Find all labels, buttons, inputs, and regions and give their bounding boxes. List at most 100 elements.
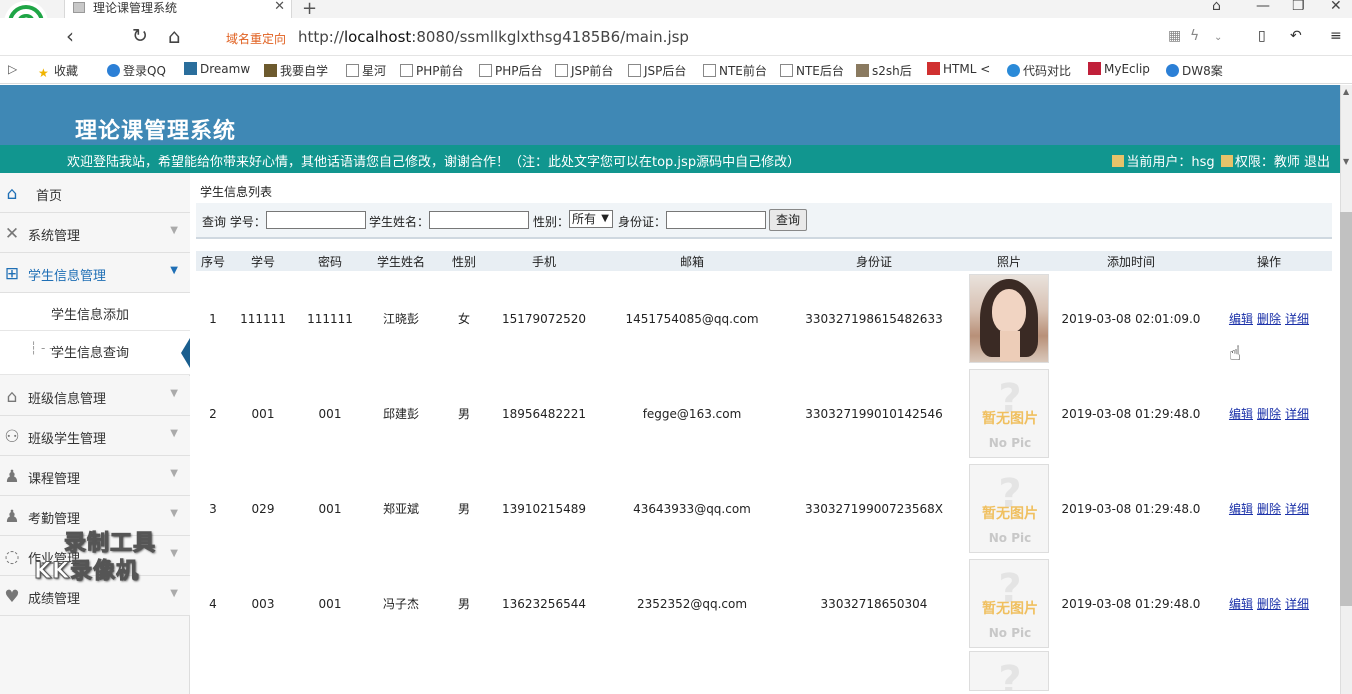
bookmark-item[interactable]: PHP后台: [479, 62, 543, 79]
sidebar: ⌂ 首页 ✕ 系统管理 ▼ ⊞ 学生信息管理 ▼ 学生信息添加 ┆ - - 学生…: [0, 173, 190, 694]
cell-name: 邱建彭: [382, 407, 419, 421]
qr-icon[interactable]: ▦: [1168, 28, 1181, 44]
col-header: 邮箱: [598, 251, 786, 271]
lightning-icon[interactable]: ϟ: [1190, 28, 1199, 44]
bookmark-item[interactable]: DW8案: [1166, 62, 1223, 79]
cell-sid: 111111: [240, 311, 286, 326]
table-header-row: 序号 学号 密码 学生姓名 性别 手机 邮箱 身份证 照片 添加时间 操作: [196, 251, 1332, 271]
cell-email: 43643933@qq.com: [633, 501, 751, 516]
chat-icon: ◌: [4, 547, 20, 567]
bookmarks-toggle-icon[interactable]: ▷: [8, 62, 17, 76]
bookmark-item[interactable]: 代码对比: [1007, 62, 1071, 79]
chevron-down-icon[interactable]: ⌄: [1214, 32, 1222, 43]
sidebar-item-class-info[interactable]: ⌂ 班级信息管理 ▼: [0, 376, 190, 416]
edit-link[interactable]: 编辑: [1229, 502, 1253, 516]
sidebar-subitem-add-student[interactable]: 学生信息添加: [0, 293, 190, 331]
close-tab-icon[interactable]: ✕: [274, 0, 285, 14]
reader-icon[interactable]: ▯: [1258, 28, 1266, 44]
menu-icon[interactable]: ≡: [1330, 28, 1342, 44]
col-header: 性别: [438, 251, 490, 271]
edit-link[interactable]: 编辑: [1229, 312, 1253, 326]
restore-icon[interactable]: ❐: [1292, 0, 1305, 14]
address-bar: ‹ ↻ ⌂ 域名重定向 http://localhost:8080/ssmllk…: [0, 18, 1352, 56]
sidebar-item-label: 课程管理: [28, 472, 81, 487]
bookmark-item[interactable]: MyEclip: [1088, 62, 1150, 76]
chevron-down-icon: ▼: [170, 225, 178, 236]
gender-select[interactable]: 所有 ▼: [569, 210, 613, 228]
bookmark-item[interactable]: PHP前台: [400, 62, 464, 79]
cell-gender: 女: [457, 312, 470, 326]
bookmark-item[interactable]: Dreamw: [184, 62, 250, 76]
cell-operations: 编辑 删除 详细: [1206, 366, 1332, 461]
cell-email: fegge@163.com: [642, 406, 742, 421]
scroll-down-icon[interactable]: ▼: [1343, 157, 1349, 166]
chevron-down-icon: ▼: [170, 468, 178, 479]
bookmark-item[interactable]: NTE后台: [780, 62, 844, 79]
delete-link[interactable]: 删除: [1257, 597, 1281, 611]
edit-link[interactable]: 编辑: [1229, 407, 1253, 421]
detail-link[interactable]: 详细: [1285, 312, 1309, 326]
mouse-cursor-icon: ☝: [1229, 341, 1242, 365]
undo-icon[interactable]: ↶: [1290, 28, 1302, 44]
detail-link[interactable]: 详细: [1285, 502, 1309, 516]
student-name-input[interactable]: [429, 211, 529, 229]
sidebar-item-system[interactable]: ✕ 系统管理 ▼: [0, 213, 190, 253]
bookmark-item[interactable]: ★ 收藏: [38, 62, 78, 80]
delete-link[interactable]: 删除: [1257, 312, 1281, 326]
cell-idcard: 33032719900723568X: [804, 501, 943, 516]
bookmark-item[interactable]: JSP后台: [628, 62, 686, 79]
refresh-icon[interactable]: ↻: [132, 26, 148, 46]
redirect-label[interactable]: 域名重定向: [226, 30, 286, 47]
user-role: 权限：教师: [1234, 155, 1300, 170]
detail-link[interactable]: 详细: [1285, 597, 1309, 611]
page-favicon: [73, 2, 85, 13]
table-row: ?: [196, 651, 1332, 691]
sidebar-item-home[interactable]: ⌂ 首页: [0, 173, 190, 213]
cell-gender: 男: [457, 597, 470, 611]
url-field[interactable]: http://localhost:8080/ssmllkglxthsg4185B…: [298, 28, 689, 46]
bookmark-item[interactable]: 我要自学: [264, 62, 328, 79]
bookmark-item[interactable]: 登录QQ: [107, 62, 166, 79]
cell-gender: 男: [457, 502, 470, 516]
sidebar-item-label: 班级信息管理: [28, 392, 107, 407]
delete-link[interactable]: 删除: [1257, 407, 1281, 421]
pin-icon[interactable]: ⌂: [1212, 0, 1221, 14]
detail-link[interactable]: 详细: [1285, 407, 1309, 421]
browser-tab[interactable]: 理论课管理系统 ✕: [64, 0, 292, 18]
sidebar-subitem-label: 学生信息添加: [51, 308, 130, 323]
bookmark-item[interactable]: HTML <: [927, 62, 990, 76]
edit-link[interactable]: 编辑: [1229, 597, 1253, 611]
sidebar-item-course[interactable]: ♟ 课程管理 ▼: [0, 456, 190, 496]
heart-icon: ♥: [4, 587, 20, 607]
no-photo-placeholder: ? 暂无图片 No Pic: [969, 369, 1049, 458]
logout-link[interactable]: 退出: [1304, 155, 1330, 170]
bookmark-item[interactable]: 星河: [346, 62, 386, 79]
id-card-input[interactable]: [666, 211, 766, 229]
table-row: 2 001 001 邱建彭 男 18956482221 fegge@163.com 33032…: [196, 366, 1332, 461]
chevron-down-icon: ▼: [170, 428, 178, 439]
bookmark-item[interactable]: s2sh后: [856, 62, 912, 79]
window-close-icon[interactable]: ✕: [1330, 0, 1342, 14]
active-marker: [181, 338, 190, 368]
back-icon[interactable]: ‹: [66, 26, 74, 46]
home-icon[interactable]: ⌂: [168, 26, 181, 46]
student-id-input[interactable]: [266, 211, 366, 229]
cell-time: 2019-03-08 01:29:48.0: [1061, 501, 1201, 516]
home-icon: ⌂: [6, 387, 18, 407]
cell-photo: ? 暂无图片 No Pic: [962, 366, 1056, 461]
cell-sid: 001: [251, 406, 275, 421]
minimize-icon[interactable]: —: [1256, 0, 1270, 14]
bookmark-item[interactable]: NTE前台: [703, 62, 767, 79]
cell-gender: 男: [457, 407, 470, 421]
sidebar-item-student-info[interactable]: ⊞ 学生信息管理 ▼: [0, 253, 190, 293]
new-tab-icon[interactable]: +: [302, 0, 317, 19]
delete-link[interactable]: 删除: [1257, 502, 1281, 516]
sidebar-subitem-query-student[interactable]: ┆ - - 学生信息查询: [0, 331, 190, 375]
scroll-up-icon[interactable]: ▲: [1343, 87, 1349, 96]
recorder-watermark: 录制工具 KK录像机: [33, 531, 157, 585]
content-scrollbar-thumb[interactable]: [1340, 212, 1352, 606]
chevron-down-icon: ▼: [601, 213, 609, 224]
sidebar-item-class-students[interactable]: ⚇ 班级学生管理 ▼: [0, 416, 190, 456]
bookmark-item[interactable]: JSP前台: [555, 62, 613, 79]
search-button[interactable]: 查询: [769, 209, 807, 231]
